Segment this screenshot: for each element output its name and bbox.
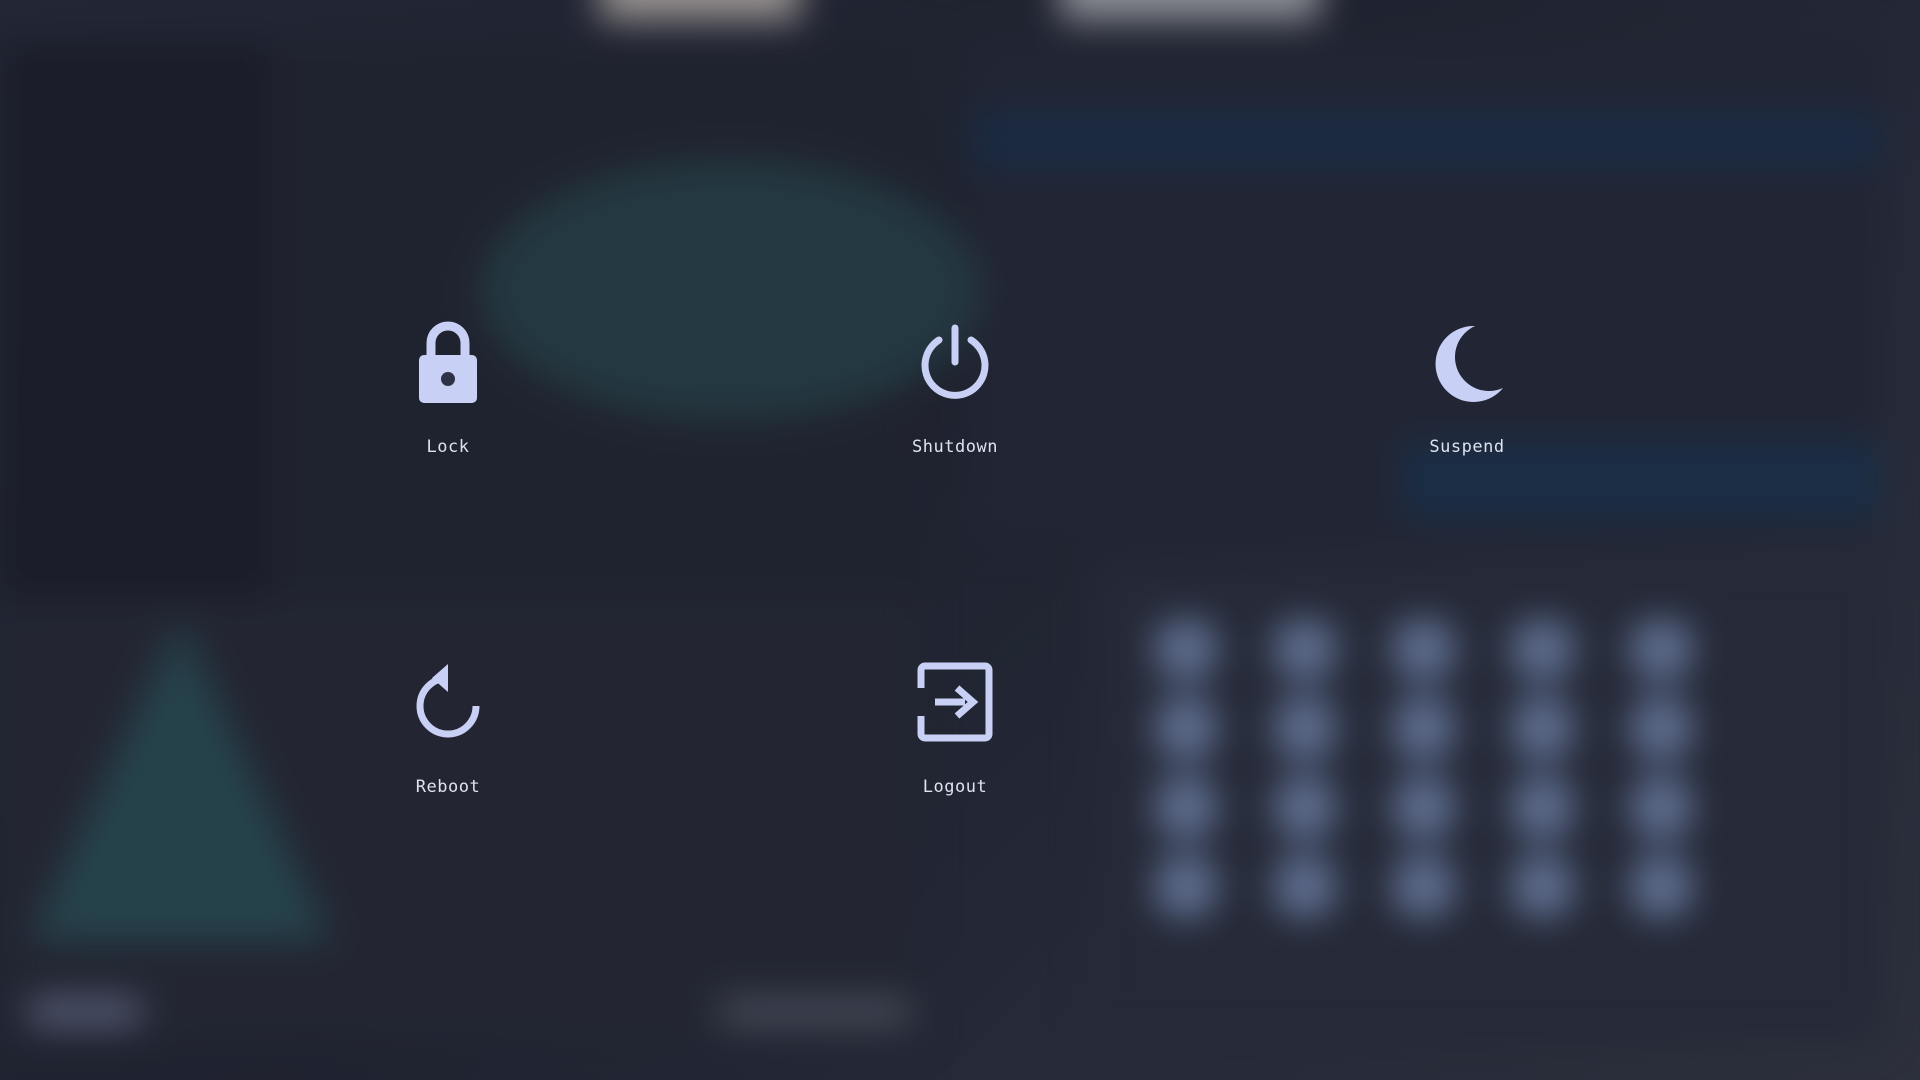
reboot-label: Reboot [415, 777, 481, 797]
reboot-button[interactable]: Reboot [338, 647, 558, 847]
shutdown-button[interactable]: Shutdown [845, 307, 1065, 507]
logout-label: Logout [922, 777, 988, 797]
suspend-button[interactable]: Suspend [1357, 307, 1577, 507]
power-menu: Lock Shutdown Suspend Reboot Logout [0, 0, 1920, 1080]
suspend-label: Suspend [1429, 437, 1505, 457]
logout-icon [895, 647, 1015, 757]
logout-button[interactable]: Logout [845, 647, 1065, 847]
lock-label: Lock [426, 437, 470, 457]
power-icon [895, 307, 1015, 417]
reboot-icon [388, 647, 508, 757]
moon-icon [1407, 307, 1527, 417]
lock-icon [388, 307, 508, 417]
lock-button[interactable]: Lock [338, 307, 558, 507]
shutdown-label: Shutdown [912, 437, 998, 457]
